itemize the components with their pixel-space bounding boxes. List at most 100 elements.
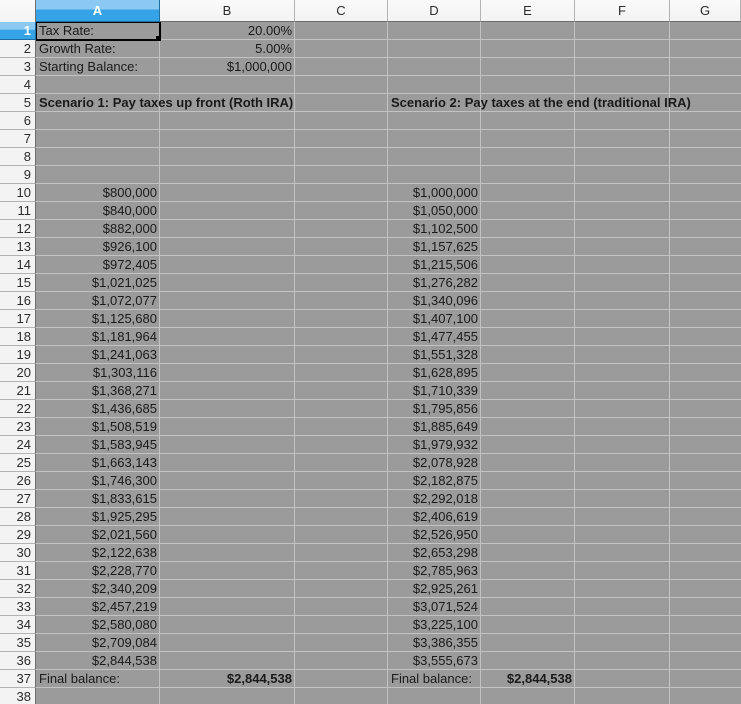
cell-D10[interactable]: $1,000,000 (390, 184, 478, 202)
cell-A22[interactable]: $1,436,685 (38, 400, 157, 418)
cell-A5[interactable]: Scenario 1: Pay taxes up front (Roth IRA… (39, 94, 293, 112)
cell-D28[interactable]: $2,406,619 (390, 508, 478, 526)
row-header-34[interactable]: 34 (0, 616, 36, 634)
cell-A35[interactable]: $2,709,084 (38, 634, 157, 652)
cell-D21[interactable]: $1,710,339 (390, 382, 478, 400)
cell-A1[interactable]: Tax Rate: (39, 22, 94, 40)
row-header-36[interactable]: 36 (0, 652, 36, 670)
cell-A25[interactable]: $1,663,143 (38, 454, 157, 472)
cell-A29[interactable]: $2,021,560 (38, 526, 157, 544)
row-header-1[interactable]: 1 (0, 22, 36, 40)
cell-D25[interactable]: $2,078,928 (390, 454, 478, 472)
row-header-20[interactable]: 20 (0, 364, 36, 382)
row-header-2[interactable]: 2 (0, 40, 36, 58)
row-header-38[interactable]: 38 (0, 688, 36, 704)
row-header-17[interactable]: 17 (0, 310, 36, 328)
cell-D13[interactable]: $1,157,625 (390, 238, 478, 256)
cell-D12[interactable]: $1,102,500 (390, 220, 478, 238)
column-header-G[interactable]: G (670, 0, 741, 22)
cell-D36[interactable]: $3,555,673 (390, 652, 478, 670)
cell-A15[interactable]: $1,021,025 (38, 274, 157, 292)
cell-D23[interactable]: $1,885,649 (390, 418, 478, 436)
cell-D30[interactable]: $2,653,298 (390, 544, 478, 562)
cell-A28[interactable]: $1,925,295 (38, 508, 157, 526)
cell-D34[interactable]: $3,225,100 (390, 616, 478, 634)
row-header-13[interactable]: 13 (0, 238, 36, 256)
row-header-32[interactable]: 32 (0, 580, 36, 598)
row-header-30[interactable]: 30 (0, 544, 36, 562)
cell-A36[interactable]: $2,844,538 (38, 652, 157, 670)
cell-A31[interactable]: $2,228,770 (38, 562, 157, 580)
cell-D18[interactable]: $1,477,455 (390, 328, 478, 346)
column-header-A[interactable]: A (36, 0, 160, 22)
cell-A33[interactable]: $2,457,219 (38, 598, 157, 616)
cell-E37[interactable]: $2,844,538 (483, 670, 572, 688)
column-header-F[interactable]: F (575, 0, 670, 22)
cell-D15[interactable]: $1,276,282 (390, 274, 478, 292)
row-header-12[interactable]: 12 (0, 220, 36, 238)
cell-A34[interactable]: $2,580,080 (38, 616, 157, 634)
cell-D37[interactable]: Final balance: (391, 670, 472, 688)
row-header-29[interactable]: 29 (0, 526, 36, 544)
cell-D19[interactable]: $1,551,328 (390, 346, 478, 364)
cell-D35[interactable]: $3,386,355 (390, 634, 478, 652)
cell-D22[interactable]: $1,795,856 (390, 400, 478, 418)
row-header-14[interactable]: 14 (0, 256, 36, 274)
cell-D5[interactable]: Scenario 2: Pay taxes at the end (tradit… (391, 94, 691, 112)
row-header-23[interactable]: 23 (0, 418, 36, 436)
row-header-21[interactable]: 21 (0, 382, 36, 400)
row-header-15[interactable]: 15 (0, 274, 36, 292)
row-header-11[interactable]: 11 (0, 202, 36, 220)
row-header-22[interactable]: 22 (0, 400, 36, 418)
row-header-5[interactable]: 5 (0, 94, 36, 112)
row-header-27[interactable]: 27 (0, 490, 36, 508)
row-header-25[interactable]: 25 (0, 454, 36, 472)
fill-handle[interactable] (156, 36, 161, 41)
cell-D27[interactable]: $2,292,018 (390, 490, 478, 508)
cell-B37[interactable]: $2,844,538 (162, 670, 292, 688)
select-all-corner[interactable] (0, 0, 36, 23)
row-header-18[interactable]: 18 (0, 328, 36, 346)
cell-A13[interactable]: $926,100 (38, 238, 157, 256)
cell-B1[interactable]: 20.00% (162, 22, 292, 40)
cell-D24[interactable]: $1,979,932 (390, 436, 478, 454)
cell-D16[interactable]: $1,340,096 (390, 292, 478, 310)
column-header-B[interactable]: B (160, 0, 295, 22)
cell-A27[interactable]: $1,833,615 (38, 490, 157, 508)
cell-D33[interactable]: $3,071,524 (390, 598, 478, 616)
row-header-35[interactable]: 35 (0, 634, 36, 652)
cell-B3[interactable]: $1,000,000 (162, 58, 292, 76)
column-header-C[interactable]: C (295, 0, 388, 22)
cell-A17[interactable]: $1,125,680 (38, 310, 157, 328)
row-header-24[interactable]: 24 (0, 436, 36, 454)
row-header-8[interactable]: 8 (0, 148, 36, 166)
cell-A12[interactable]: $882,000 (38, 220, 157, 238)
row-header-28[interactable]: 28 (0, 508, 36, 526)
row-header-19[interactable]: 19 (0, 346, 36, 364)
cell-A11[interactable]: $840,000 (38, 202, 157, 220)
cell-A16[interactable]: $1,072,077 (38, 292, 157, 310)
row-header-33[interactable]: 33 (0, 598, 36, 616)
row-header-26[interactable]: 26 (0, 472, 36, 490)
cell-A32[interactable]: $2,340,209 (38, 580, 157, 598)
cell-D14[interactable]: $1,215,506 (390, 256, 478, 274)
cell-A30[interactable]: $2,122,638 (38, 544, 157, 562)
row-header-3[interactable]: 3 (0, 58, 36, 76)
cell-A18[interactable]: $1,181,964 (38, 328, 157, 346)
row-header-37[interactable]: 37 (0, 670, 36, 688)
cell-A26[interactable]: $1,746,300 (38, 472, 157, 490)
cell-D20[interactable]: $1,628,895 (390, 364, 478, 382)
cell-D26[interactable]: $2,182,875 (390, 472, 478, 490)
column-header-D[interactable]: D (388, 0, 481, 22)
cell-A3[interactable]: Starting Balance: (39, 58, 138, 76)
cell-A37[interactable]: Final balance: (39, 670, 120, 688)
cell-D32[interactable]: $2,925,261 (390, 580, 478, 598)
cell-A10[interactable]: $800,000 (38, 184, 157, 202)
row-header-7[interactable]: 7 (0, 130, 36, 148)
cell-A21[interactable]: $1,368,271 (38, 382, 157, 400)
row-header-4[interactable]: 4 (0, 76, 36, 94)
cell-D31[interactable]: $2,785,963 (390, 562, 478, 580)
cell-B2[interactable]: 5.00% (162, 40, 292, 58)
cell-D29[interactable]: $2,526,950 (390, 526, 478, 544)
row-header-10[interactable]: 10 (0, 184, 36, 202)
